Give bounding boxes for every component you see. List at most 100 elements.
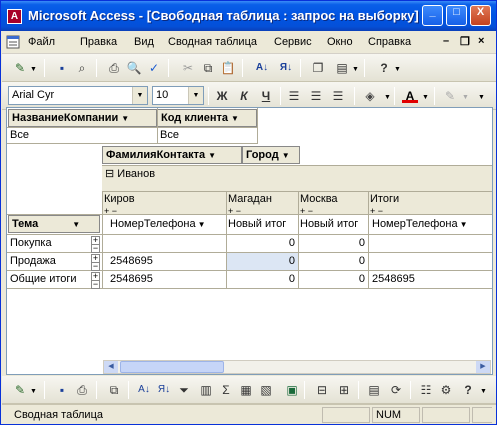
save-icon[interactable]: ▪ <box>54 382 70 398</box>
menu-file[interactable]: Файл <box>28 36 55 48</box>
copy-icon[interactable]: ⧉ <box>106 382 122 398</box>
line-color-icon[interactable]: ✎ <box>442 88 458 104</box>
data-header-phone[interactable]: НомерТелефона ▼ <box>110 218 226 230</box>
design-view-icon[interactable]: ✎ <box>12 382 28 398</box>
cell-value[interactable]: 2548695 <box>110 255 153 267</box>
city-header-totals[interactable]: Итоги <box>368 192 492 214</box>
close-button[interactable]: X <box>470 5 491 26</box>
menu-help[interactable]: Справка <box>368 36 411 48</box>
cell-value[interactable]: 0 <box>298 237 368 249</box>
resize-grip[interactable] <box>472 407 492 423</box>
design-view-icon[interactable]: ✎ <box>12 60 28 76</box>
expand-icon[interactable]: ⊞ <box>336 382 352 398</box>
help-dropdown-icon[interactable]: ▼ <box>394 66 401 73</box>
group-header-ivanov[interactable]: ⊟ Иванов <box>102 165 492 191</box>
maximize-button[interactable]: □ <box>446 5 467 26</box>
chevron-down-icon[interactable]: ▼ <box>188 87 203 104</box>
new-window-icon[interactable]: ❐ <box>310 60 326 76</box>
collapse-group-icon[interactable]: ⊟ <box>105 168 114 180</box>
filter-field-company[interactable]: НазваниеКомпании ▼ <box>8 109 157 127</box>
collapse-icon[interactable]: − <box>91 244 100 253</box>
cell-value[interactable]: 0 <box>298 273 368 285</box>
view-dropdown-icon[interactable]: ▼ <box>30 66 37 73</box>
fill-color-icon[interactable]: ◈ <box>362 88 378 104</box>
data-header-total-1[interactable]: Новый итог <box>228 218 296 230</box>
document-menu-icon[interactable] <box>6 35 20 49</box>
italic-button[interactable]: К <box>236 88 252 104</box>
hide-details-icon[interactable]: ▤ <box>366 382 382 398</box>
chevron-down-icon[interactable]: ▼ <box>121 114 129 123</box>
mdi-close-button[interactable]: × <box>478 35 484 47</box>
font-name-combo[interactable]: Arial Cyr ▼ <box>8 86 148 105</box>
row-label-grand-totals[interactable]: Общие итоги <box>10 273 77 285</box>
scroll-left-icon[interactable]: ◀ <box>104 361 118 373</box>
horizontal-scrollbar[interactable]: ◀ ▶ <box>103 360 491 374</box>
calculated-totals-icon[interactable]: ▧ <box>258 382 274 398</box>
menu-tools[interactable]: Сервис <box>274 36 312 48</box>
print-icon[interactable]: ⎙ <box>74 382 90 398</box>
show-as-icon[interactable]: ▣ <box>284 382 300 398</box>
spelling-icon[interactable]: ✓ <box>146 60 162 76</box>
menu-pivottable[interactable]: Сводная таблица <box>168 36 257 48</box>
chevron-down-icon[interactable]: ▼ <box>132 87 147 104</box>
cell-value[interactable]: 2548695 <box>110 273 153 285</box>
autofilter-icon[interactable]: ⏷ <box>176 382 192 398</box>
toolbar-options-icon[interactable]: ▼ <box>480 388 487 395</box>
data-header-total-2[interactable]: Новый итог <box>300 218 366 230</box>
menu-edit[interactable]: Правка <box>80 36 117 48</box>
align-left-icon[interactable]: ☰ <box>286 88 302 104</box>
filter-value-company[interactable]: Все <box>10 129 29 141</box>
cell-value[interactable]: 0 <box>226 273 298 285</box>
sort-ascending-icon[interactable]: A↓ <box>136 382 152 398</box>
font-color-icon[interactable]: A <box>402 88 418 103</box>
cut-icon[interactable]: ✂ <box>180 60 196 76</box>
row-label-purchase[interactable]: Покупка <box>10 237 52 249</box>
database-window-icon[interactable]: ▤ <box>334 60 350 76</box>
file-search-icon[interactable]: ⌕ <box>74 60 90 76</box>
mdi-restore-button[interactable]: ❐ <box>460 35 470 48</box>
menu-view[interactable]: Вид <box>134 36 154 48</box>
refresh-icon[interactable]: ⟳ <box>388 382 404 398</box>
scroll-thumb[interactable] <box>120 361 224 373</box>
line-color-dropdown-icon[interactable]: ▼ <box>462 94 469 101</box>
minimize-button[interactable]: _ <box>422 5 443 26</box>
cell-value[interactable]: 0 <box>226 255 298 267</box>
mdi-minimize-button[interactable]: – <box>443 35 449 47</box>
city-header-kirov[interactable]: Киров <box>102 192 226 214</box>
chevron-down-icon[interactable]: ▼ <box>198 220 206 229</box>
toolbar-options-icon[interactable]: ▼ <box>478 94 485 101</box>
collapse-icon[interactable]: − <box>91 262 100 271</box>
column-field-contact[interactable]: ФамилияКонтакта ▼ <box>102 146 242 164</box>
subtotal-icon[interactable]: ▦ <box>238 382 254 398</box>
menu-window[interactable]: Окно <box>327 36 353 48</box>
cell-value[interactable]: 2548695 <box>372 273 415 285</box>
scroll-right-icon[interactable]: ▶ <box>476 361 490 373</box>
bold-button[interactable]: Ж <box>214 88 230 104</box>
chevron-down-icon[interactable]: ▼ <box>282 151 290 160</box>
column-field-city[interactable]: Город ▼ <box>242 146 300 164</box>
help-icon[interactable]: ? <box>376 60 392 76</box>
filter-value-client-code[interactable]: Все <box>160 129 179 141</box>
properties-icon[interactable]: ⚙ <box>438 382 454 398</box>
new-object-dropdown-icon[interactable]: ▼ <box>352 66 359 73</box>
save-icon[interactable]: ▪ <box>54 60 70 76</box>
chevron-down-icon[interactable]: ▼ <box>208 151 216 160</box>
field-list-icon[interactable]: ☷ <box>418 382 434 398</box>
title-bar[interactable]: A Microsoft Access - [Свободная таблица … <box>1 1 496 31</box>
sort-descending-icon[interactable]: Я↓ <box>156 382 172 398</box>
data-header-phone-total[interactable]: НомерТелефона ▼ <box>372 218 490 230</box>
cell-value[interactable]: 0 <box>226 237 298 249</box>
align-center-icon[interactable]: ☰ <box>308 88 324 104</box>
underline-button[interactable]: Ч <box>258 88 274 104</box>
print-icon[interactable]: ⎙ <box>106 60 122 76</box>
font-color-dropdown-icon[interactable]: ▼ <box>422 94 429 101</box>
help-icon[interactable]: ? <box>460 382 476 398</box>
row-label-sale[interactable]: Продажа <box>10 255 56 267</box>
font-size-combo[interactable]: 10 ▼ <box>152 86 204 105</box>
chevron-down-icon[interactable]: ▼ <box>72 220 80 229</box>
collapse-icon[interactable]: ⊟ <box>314 382 330 398</box>
fill-color-dropdown-icon[interactable]: ▼ <box>384 94 391 101</box>
align-right-icon[interactable]: ☰ <box>330 88 346 104</box>
cell-value[interactable]: 0 <box>298 255 368 267</box>
show-top-bottom-icon[interactable]: ▥ <box>198 382 214 398</box>
